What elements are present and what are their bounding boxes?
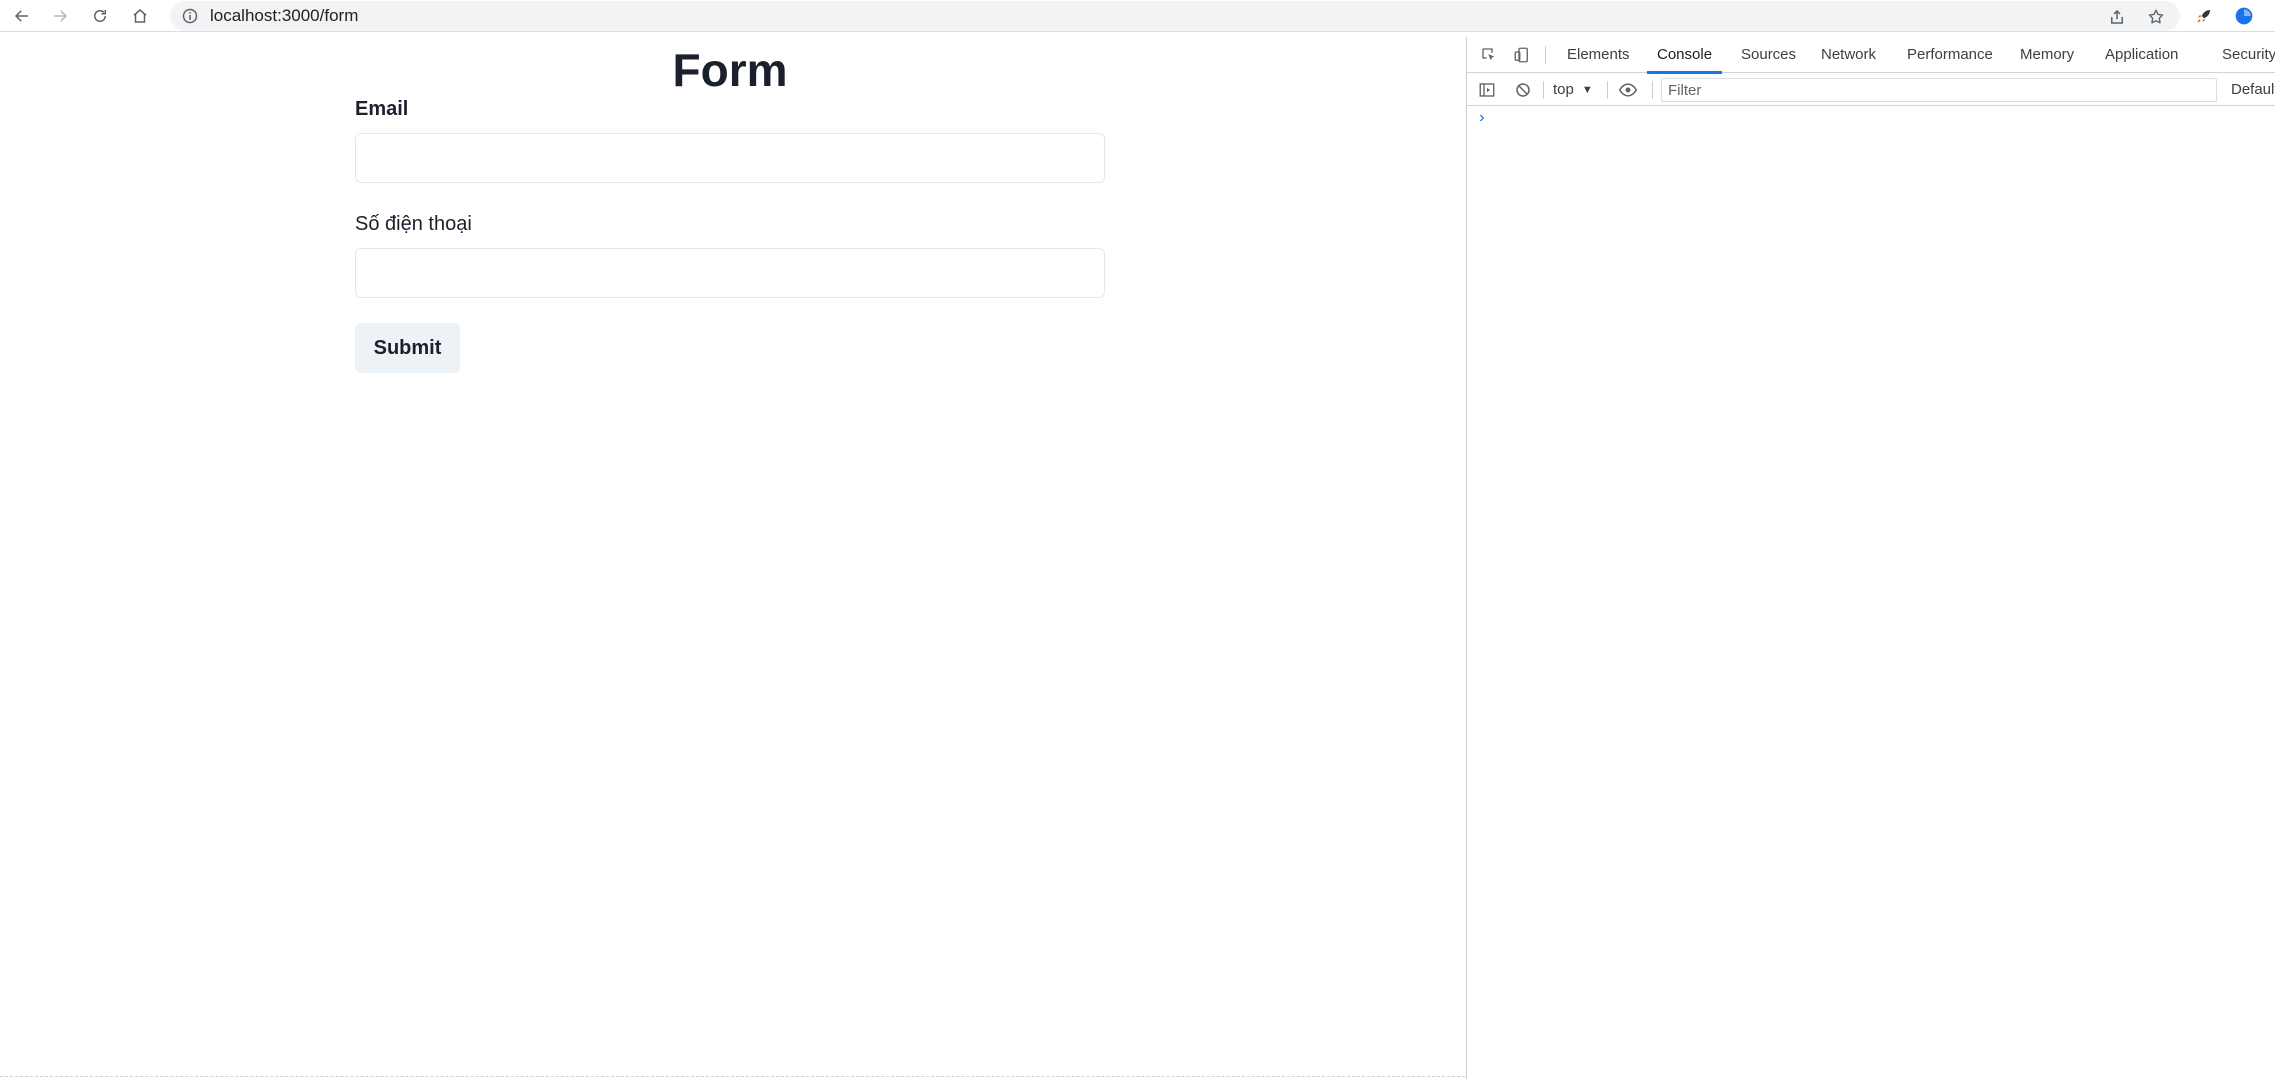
star-icon [2148, 9, 2164, 24]
forward-button[interactable] [48, 4, 72, 28]
address-bar-url[interactable]: localhost:3000/form [210, 7, 358, 25]
log-levels-dropdown[interactable]: Default [2231, 80, 2275, 100]
home-button[interactable] [128, 4, 152, 28]
tab-sources[interactable]: Sources [1741, 37, 1796, 73]
device-mode-icon [1514, 47, 1528, 63]
clear-console-button[interactable] [1512, 79, 1534, 101]
inspect-element-button[interactable] [1478, 44, 1500, 66]
submit-button[interactable]: Submit [355, 323, 460, 373]
page-title: Form [672, 44, 788, 96]
home-icon [133, 9, 147, 23]
tab-security[interactable]: Security [2222, 37, 2275, 73]
profile-button[interactable] [2233, 5, 2255, 27]
arrow-right-icon [54, 10, 68, 22]
info-icon[interactable] [182, 8, 198, 24]
console-filter-input[interactable] [1661, 78, 2217, 102]
share-icon [2111, 9, 2123, 24]
device-toolbar-button[interactable] [1511, 44, 1533, 66]
email-input[interactable] [355, 133, 1105, 183]
reload-button[interactable] [88, 4, 112, 28]
email-label: Email [355, 98, 409, 120]
block-icon [1516, 83, 1530, 97]
tab-performance[interactable]: Performance [1907, 37, 1993, 73]
devtools-tab-bar: Elements Console Sources Network Perform… [1467, 37, 2275, 74]
rocket-extension-icon [2197, 10, 2210, 23]
toolbar-separator [1545, 46, 1546, 64]
toolbar-separator [1543, 81, 1544, 99]
toolbar-separator [1607, 81, 1608, 99]
page-bottom-divider [0, 1076, 1465, 1077]
profile-extension-icon [2235, 7, 2253, 25]
caret-down-icon: ▼ [1581, 84, 1593, 96]
console-toolbar: top ▼ Default [1467, 74, 2275, 106]
address-bar[interactable]: localhost:3000/form [170, 1, 2180, 31]
extension-button[interactable] [2193, 5, 2215, 27]
phone-label: Số điện thoại [355, 213, 472, 235]
inspect-cursor-icon [1482, 48, 1495, 61]
tab-application[interactable]: Application [2105, 37, 2178, 73]
share-button[interactable] [2106, 6, 2128, 28]
console-prompt[interactable]: › [1477, 109, 1487, 127]
tab-network[interactable]: Network [1821, 37, 1876, 73]
execution-context-select[interactable]: top ▼ [1553, 80, 1593, 100]
phone-input[interactable] [355, 248, 1105, 298]
devtools-panel: Elements Console Sources Network Perform… [1466, 37, 2275, 1079]
tab-elements[interactable]: Elements [1567, 37, 1630, 73]
reload-icon [94, 10, 106, 22]
context-value: top [1553, 81, 1574, 98]
tab-memory[interactable]: Memory [2020, 37, 2074, 73]
back-button[interactable] [10, 4, 34, 28]
browser-toolbar: localhost:3000/form [0, 0, 2275, 32]
sidebar-icon [1479, 83, 1495, 97]
tab-console[interactable]: Console [1646, 37, 1723, 74]
toolbar-separator [1652, 81, 1653, 99]
eye-icon [1618, 83, 1638, 97]
page-viewport: Form Email Số điện thoại Submit [0, 37, 1465, 1077]
live-expression-button[interactable] [1617, 79, 1639, 101]
bookmark-button[interactable] [2145, 6, 2167, 28]
arrow-left-icon [14, 10, 28, 22]
toggle-sidebar-button[interactable] [1476, 79, 1498, 101]
